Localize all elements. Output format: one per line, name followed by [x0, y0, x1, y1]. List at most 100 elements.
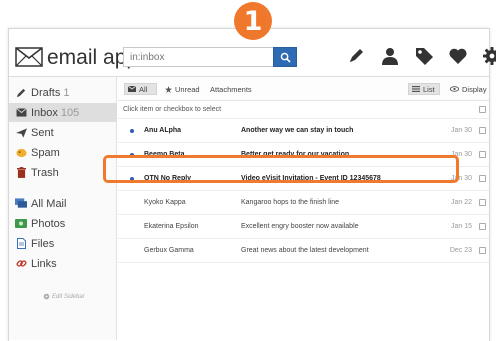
- row-subject: Great news about the latest development: [241, 247, 369, 254]
- inbox-icon: [15, 107, 27, 119]
- row-subject: Another way we can stay in touch: [241, 127, 354, 134]
- filter-attachments-label: Attachments: [210, 84, 252, 94]
- contacts-button[interactable]: [379, 45, 401, 67]
- edit-sidebar-link[interactable]: Edit Sidebar: [43, 293, 85, 300]
- sidebar-item-label: Sent: [31, 126, 54, 139]
- row-checkbox[interactable]: [479, 223, 486, 230]
- all-mail-icon: [15, 198, 27, 210]
- sidebar-item-inbox[interactable]: Inbox 105: [9, 103, 117, 122]
- filter-unread-button[interactable]: Unread: [165, 83, 200, 95]
- settings-button[interactable]: [481, 45, 496, 67]
- gear-small-icon: [43, 293, 50, 300]
- user-icon: [382, 48, 398, 65]
- favorites-button[interactable]: [447, 45, 469, 67]
- app-logo[interactable]: email app: [15, 45, 138, 69]
- table-row[interactable]: Gerbux Gamma Great news about the latest…: [118, 239, 489, 263]
- sidebar-item-photos[interactable]: Photos: [9, 214, 117, 233]
- row-checkbox[interactable]: [479, 127, 486, 134]
- sidebar-item-trash[interactable]: Trash: [9, 163, 117, 182]
- sidebar-item-label: Inbox: [31, 106, 58, 119]
- row-checkbox[interactable]: [479, 151, 486, 158]
- pencil-icon: [15, 87, 27, 99]
- row-date: Jan 30: [450, 127, 472, 134]
- row-date: Jan 30: [450, 175, 472, 182]
- edit-sidebar-label: Edit Sidebar: [52, 293, 85, 300]
- list-icon: [412, 86, 420, 92]
- table-row[interactable]: Kyoko Kappa Kangaroo hops to the finish …: [118, 191, 489, 215]
- search-input[interactable]: [123, 47, 273, 67]
- select-hint-text: Click item or checkbox to select: [123, 106, 222, 113]
- row-sender: Anu ALpha: [144, 127, 182, 134]
- file-icon: [15, 238, 27, 250]
- table-row[interactable]: OTN No Reply Video eVisit Invitation - E…: [118, 167, 489, 191]
- photo-icon: [15, 218, 27, 230]
- sidebar-item-drafts[interactable]: Drafts 1: [9, 83, 117, 102]
- select-all-checkbox[interactable]: [479, 106, 486, 113]
- row-date: Jan 30: [450, 151, 472, 158]
- unread-dot-icon: [130, 177, 134, 181]
- envelope-icon: [128, 86, 136, 92]
- display-options-label: Display: [462, 84, 487, 94]
- row-date: Jan 22: [450, 199, 472, 206]
- eye-icon: [450, 86, 459, 92]
- row-date: Dec 23: [449, 247, 472, 254]
- sidebar-item-label: Links: [31, 257, 57, 270]
- list-toolbar: All Unread Attachments List Display: [118, 77, 489, 101]
- envelope-logo-icon: [15, 47, 43, 67]
- tag-icon: [416, 48, 433, 65]
- sidebar-item-sent[interactable]: Sent: [9, 123, 117, 142]
- search-button[interactable]: [273, 47, 297, 67]
- row-sender: Beemo Beta: [144, 151, 185, 158]
- sidebar-item-all-mail[interactable]: All Mail: [9, 194, 117, 213]
- search-icon: [280, 52, 291, 63]
- trash-icon: [15, 167, 27, 179]
- sidebar-item-files[interactable]: Files: [9, 234, 117, 253]
- sidebar-item-links[interactable]: Links: [9, 254, 117, 273]
- unread-dot-icon: [130, 153, 134, 157]
- link-icon: [15, 258, 27, 270]
- spam-icon: [15, 147, 27, 159]
- message-list-panel: All Unread Attachments List Display Clic…: [118, 77, 489, 340]
- sidebar: Drafts 1 Inbox 105 Sent Spam Trash All M…: [9, 77, 117, 340]
- table-row[interactable]: Ekaterina Epsilon Excellent engry booste…: [118, 215, 489, 239]
- sidebar-item-spam[interactable]: Spam: [9, 143, 117, 162]
- search-bar: [123, 47, 297, 67]
- filter-unread-label: Unread: [175, 84, 200, 94]
- star-icon: [165, 85, 172, 93]
- email-app-window: email app in:inbox Drafts 1 Inbox 105 Se…: [8, 28, 496, 341]
- row-sender: Kyoko Kappa: [144, 199, 186, 206]
- row-checkbox[interactable]: [479, 247, 486, 254]
- row-checkbox[interactable]: [479, 199, 486, 206]
- row-subject: Better get ready for our vacation: [241, 151, 350, 158]
- sidebar-item-label: Drafts: [31, 86, 61, 99]
- row-subject: Kangaroo hops to the finish line: [241, 199, 340, 206]
- tags-button[interactable]: [413, 45, 435, 67]
- sidebar-item-label: Photos: [31, 217, 66, 230]
- row-checkbox[interactable]: [479, 175, 486, 182]
- row-subject: Video eVisit Invitation - Event ID 12345…: [241, 175, 381, 182]
- heart-icon: [449, 48, 467, 64]
- row-sender: Gerbux Gamma: [144, 247, 194, 254]
- filter-attachments-button[interactable]: Attachments: [210, 83, 252, 95]
- row-sender: Ekaterina Epsilon: [144, 223, 199, 230]
- compose-button[interactable]: [345, 45, 367, 67]
- filter-all-button[interactable]: All: [124, 83, 157, 95]
- view-list-button[interactable]: List: [408, 83, 440, 95]
- unread-dot-icon: [130, 129, 134, 133]
- gear-icon: [483, 47, 496, 65]
- filter-all-label: All: [139, 84, 148, 94]
- select-hint-bar: Click item or checkbox to select: [118, 101, 489, 119]
- sidebar-item-count: 1: [63, 86, 70, 99]
- view-list-label: List: [423, 84, 435, 94]
- paper-plane-icon: [15, 127, 27, 139]
- table-row[interactable]: Beemo Beta Better get ready for our vaca…: [118, 143, 489, 167]
- sidebar-item-label: Trash: [31, 166, 59, 179]
- display-options-button[interactable]: Display: [450, 83, 487, 95]
- sidebar-item-label: Spam: [31, 146, 60, 159]
- table-row[interactable]: Anu ALpha Another way we can stay in tou…: [118, 119, 489, 143]
- sidebar-item-label: All Mail: [31, 197, 67, 210]
- callout-number-badge: 1: [234, 2, 272, 40]
- sidebar-item-count: 105: [60, 106, 80, 119]
- row-date: Jan 15: [450, 223, 472, 230]
- row-sender: OTN No Reply: [144, 175, 192, 182]
